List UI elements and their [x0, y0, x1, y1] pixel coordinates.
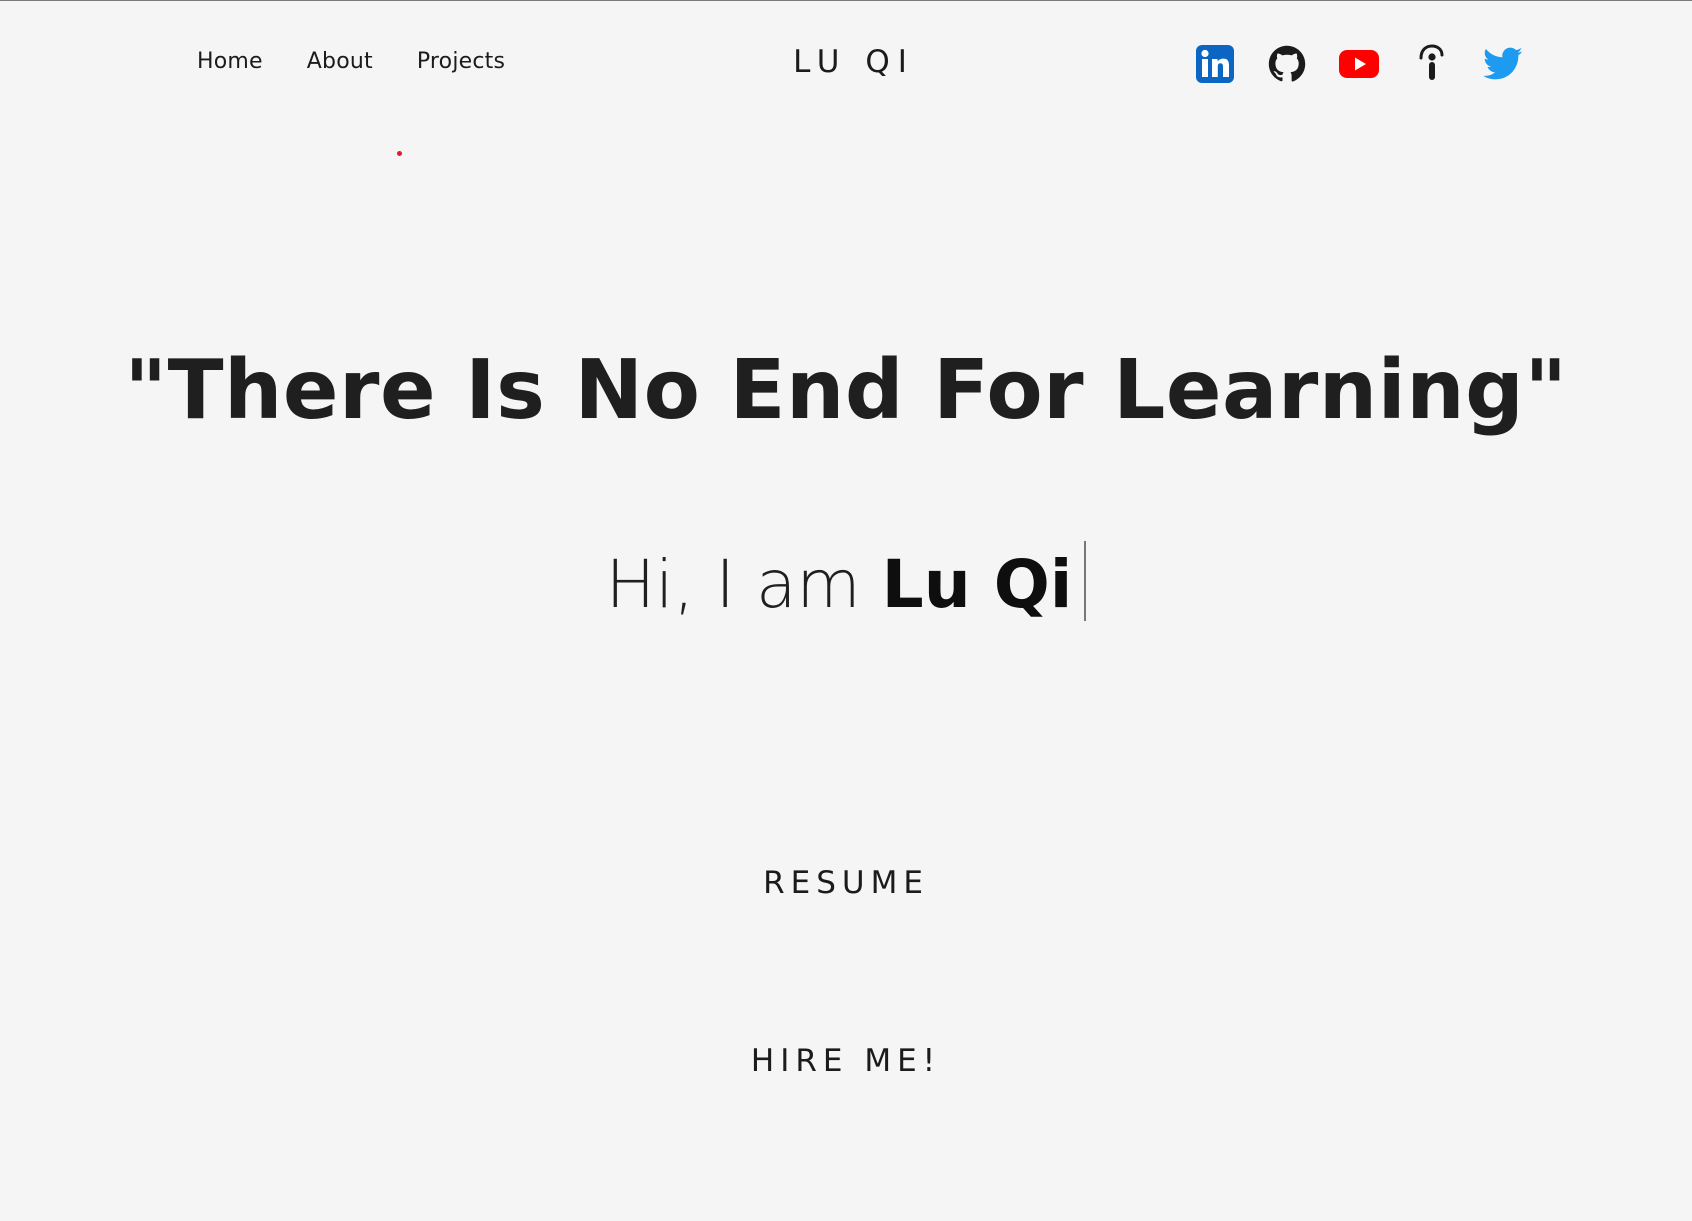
hire-me-button[interactable]: HIRE ME! — [0, 1041, 1692, 1081]
youtube-icon[interactable] — [1339, 44, 1379, 84]
intro-name: Lu Qi — [881, 546, 1073, 623]
resume-button[interactable]: RESUME — [0, 863, 1692, 903]
typing-cursor — [1084, 541, 1087, 621]
intro-prefix: Hi, I am — [605, 546, 882, 623]
accent-dot — [397, 151, 402, 156]
social-links — [1195, 44, 1523, 84]
hero-intro: Hi, I am Lu Qi — [0, 540, 1692, 630]
instructables-icon[interactable] — [1411, 44, 1451, 84]
top-border — [0, 0, 1692, 1]
github-icon[interactable] — [1267, 44, 1307, 84]
hero-quote: "There Is No End For Learning" — [124, 343, 1568, 438]
linkedin-icon[interactable] — [1195, 44, 1235, 84]
twitter-icon[interactable] — [1483, 44, 1523, 84]
